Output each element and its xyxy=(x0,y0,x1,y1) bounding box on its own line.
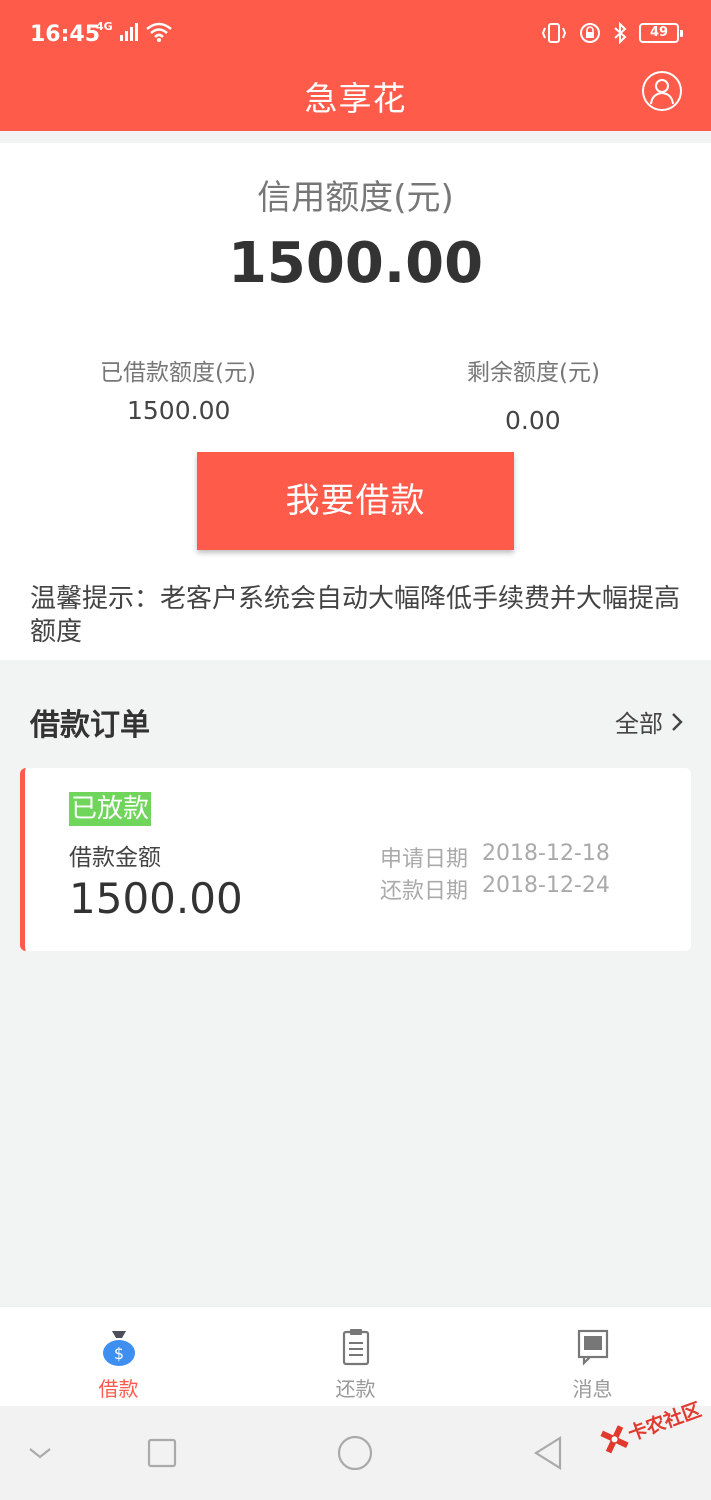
tab-label: 借款 xyxy=(98,1377,139,1401)
tab-messages[interactable]: 消息 xyxy=(474,1307,711,1407)
chevron-right-icon xyxy=(672,712,683,731)
remaining-credit-label: 剩余额度(元) xyxy=(467,360,600,386)
order-status-badge: 已放款 xyxy=(69,792,152,826)
tab-borrow[interactable]: $ 借款 xyxy=(0,1307,237,1407)
system-nav-bar xyxy=(0,1406,711,1500)
remaining-credit-value: 0.00 xyxy=(505,406,561,435)
tip-text: 温馨提示：老客户系统会自动大幅降低手续费并大幅提高额度 xyxy=(30,584,681,647)
status-right-icons: 49 xyxy=(541,22,683,44)
clipboard-icon xyxy=(342,1329,370,1366)
view-all-label: 全部 xyxy=(615,710,663,738)
status-network: 4G xyxy=(96,19,173,42)
wifi-icon xyxy=(145,22,172,42)
apply-date-row: 申请日期 2018-12-18 xyxy=(380,841,610,873)
order-amount: 1500.00 xyxy=(69,874,243,923)
bottom-tab-bar: $ 借款 还款 消息 xyxy=(0,1306,711,1406)
borrow-button[interactable]: 我要借款 xyxy=(197,452,514,550)
svg-text:$: $ xyxy=(114,1344,124,1363)
network-type-label: 4G xyxy=(96,19,113,33)
chevron-down-icon[interactable] xyxy=(20,1433,60,1473)
order-amount-label: 借款金额 xyxy=(69,845,161,871)
apply-date-label: 申请日期 xyxy=(380,847,469,872)
tab-label: 还款 xyxy=(335,1377,376,1401)
recent-apps-button[interactable] xyxy=(142,1433,182,1473)
credit-limit-amount: 1500.00 xyxy=(227,231,484,296)
orders-section-title: 借款订单 xyxy=(30,708,150,743)
order-card[interactable]: 已放款 借款金额 1500.00 申请日期 2018-12-18 还款日期 20… xyxy=(20,768,691,951)
home-button[interactable] xyxy=(335,1433,375,1473)
repay-date-value: 2018-12-24 xyxy=(482,873,610,898)
vibrate-icon xyxy=(541,23,567,43)
lock-rotation-icon xyxy=(580,23,600,43)
tab-repay[interactable]: 还款 xyxy=(237,1307,474,1407)
used-credit-value: 1500.00 xyxy=(127,396,231,425)
signal-icon xyxy=(119,23,138,41)
back-button[interactable] xyxy=(528,1433,568,1473)
credit-limit-label: 信用额度(元) xyxy=(257,178,454,218)
message-icon xyxy=(577,1329,609,1366)
bluetooth-icon xyxy=(614,22,627,44)
app-screen: 16:45 4G 49 急享花 信用额度(元) 1500.00 已借款额度(元)… xyxy=(0,0,711,1500)
status-time: 16:45 xyxy=(30,22,101,47)
repay-date-label: 还款日期 xyxy=(380,879,469,904)
page-title: 急享花 xyxy=(304,79,407,118)
user-icon xyxy=(650,79,674,105)
credit-panel: 信用额度(元) 1500.00 已借款额度(元) 1500.00 剩余额度(元)… xyxy=(0,143,711,660)
battery-icon: 49 xyxy=(639,23,683,43)
header-bar: 16:45 4G 49 急享花 xyxy=(0,0,711,131)
repay-date-row: 还款日期 2018-12-24 xyxy=(380,873,610,905)
tab-label: 消息 xyxy=(572,1377,613,1401)
money-bag-icon: $ xyxy=(103,1331,135,1366)
profile-button[interactable] xyxy=(642,71,682,111)
view-all-orders-link[interactable]: 全部 xyxy=(615,704,683,739)
used-credit-label: 已借款额度(元) xyxy=(100,360,256,386)
apply-date-value: 2018-12-18 xyxy=(482,841,610,866)
